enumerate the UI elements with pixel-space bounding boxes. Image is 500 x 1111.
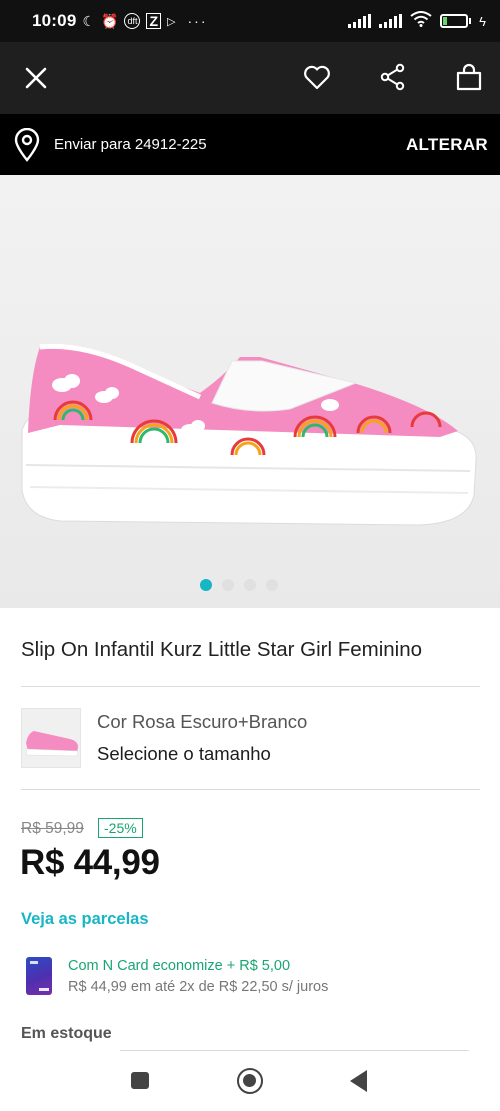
moon-icon: ☾ — [82, 12, 96, 29]
battery-icon: 26 — [440, 14, 472, 28]
charging-icon: ϟ — [479, 13, 486, 29]
select-size-button[interactable]: Selecione o tamanho — [97, 743, 271, 765]
z-app-icon: Z — [146, 13, 162, 29]
more-icon: ··· — [187, 13, 208, 29]
delivery-bar: Enviar para 24912-225 ALTERAR — [0, 114, 500, 175]
location-pin-icon — [14, 127, 40, 162]
pagination-dot[interactable] — [244, 579, 256, 591]
recents-icon[interactable] — [131, 1072, 149, 1089]
pagination-dot-active[interactable] — [200, 579, 212, 591]
shopping-bag-icon[interactable] — [454, 62, 484, 92]
wifi-icon — [410, 10, 432, 32]
change-address-button[interactable]: ALTERAR — [406, 135, 488, 155]
status-bar: 10:09 ☾ ⏰ dft Z ▷ ··· 26 ϟ — [0, 0, 500, 42]
current-price: R$ 44,99 — [20, 843, 160, 882]
old-price: R$ 59,99 — [21, 820, 84, 837]
pagination-dot[interactable] — [266, 579, 278, 591]
app-toolbar — [0, 42, 500, 114]
delivery-address: Enviar para 24912-225 — [54, 136, 207, 153]
gallery-pagination[interactable] — [200, 579, 278, 591]
installments-link[interactable]: Veja as parcelas — [21, 910, 149, 929]
variant-thumbnail[interactable] — [21, 708, 81, 768]
system-nav-bar — [0, 1052, 500, 1111]
share-icon[interactable] — [378, 62, 408, 92]
divider — [120, 1050, 469, 1051]
product-image — [0, 175, 500, 608]
heart-icon[interactable] — [302, 62, 332, 92]
clock: 10:09 — [32, 11, 77, 30]
stock-status: Em estoque — [21, 1025, 112, 1042]
product-image-gallery[interactable] — [0, 175, 500, 608]
back-icon[interactable] — [350, 1070, 367, 1092]
divider — [21, 686, 480, 687]
ncard-offer: Com N Card economize + R$ 5,00 — [68, 958, 291, 974]
pagination-dot[interactable] — [222, 579, 234, 591]
home-icon[interactable] — [237, 1068, 263, 1094]
ncard-installments: R$ 44,99 em até 2x de R$ 22,50 s/ juros — [68, 979, 329, 995]
notification-icons: ☾ ⏰ dft Z ▷ ··· — [82, 13, 207, 30]
variant-color-label: Cor Rosa Escuro+Branco — [97, 711, 308, 732]
dft-icon: dft — [124, 13, 141, 29]
signal-icon — [379, 14, 403, 28]
battery-level: 26 — [448, 15, 460, 27]
discount-badge: -25% — [98, 818, 143, 838]
close-icon[interactable] — [22, 64, 50, 92]
alarm-icon: ⏰ — [101, 12, 119, 29]
product-title: Slip On Infantil Kurz Little Star Girl F… — [21, 638, 423, 661]
play-icon: ▷ — [167, 15, 176, 28]
divider — [21, 789, 480, 790]
signal-icon — [348, 14, 372, 28]
ncard-icon — [26, 957, 52, 995]
